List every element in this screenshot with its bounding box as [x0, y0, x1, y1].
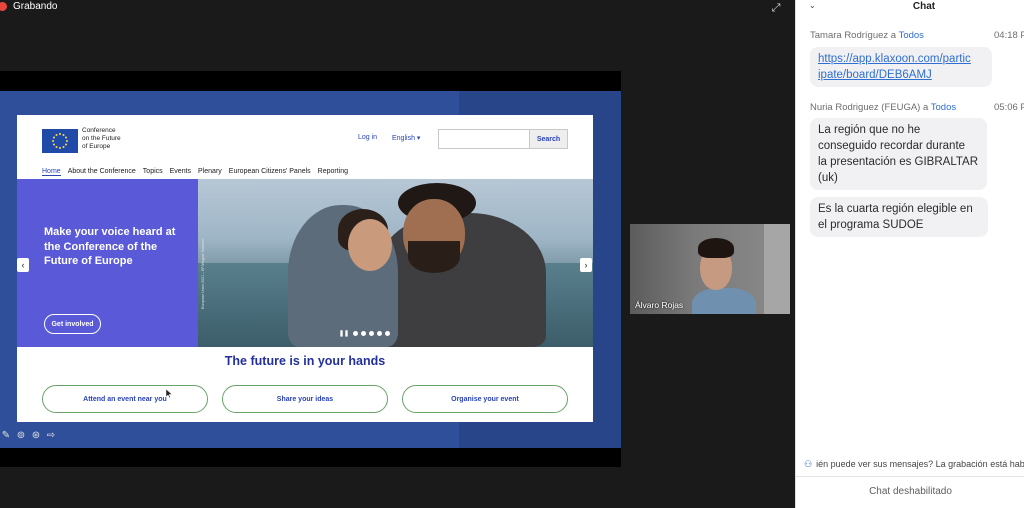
participant-name: Álvaro Rojas	[635, 300, 684, 310]
video-person	[692, 288, 756, 314]
hero-title: Make your voice heard at the Conference …	[44, 226, 176, 267]
site-logo-text: Conference on the Future of Europe	[82, 127, 121, 151]
tagline: The future is in your hands	[224, 354, 386, 368]
zoom-icon[interactable]: ⊛	[30, 429, 42, 441]
message-line: conseguido recordar durante	[818, 140, 966, 152]
nav-item-reporting: Reporting	[317, 168, 349, 175]
nav-item-events: Events	[169, 168, 192, 175]
site-header: Conference on the Future of Europe Log i…	[17, 115, 593, 167]
eu-flag-icon	[42, 129, 78, 153]
login-link: Log in	[358, 134, 378, 141]
chevron-right-icon: ›	[580, 258, 592, 272]
message-line: la presentación es GIBRALTAR	[818, 156, 979, 168]
message-time: 04:18 P	[994, 30, 1024, 41]
expand-icon[interactable]: ⤢	[768, 1, 784, 15]
carousel-dot	[361, 331, 367, 336]
annotation-toolbar: ✎ ⊚ ⊛ ⇨	[0, 429, 57, 441]
mouse-cursor-icon	[166, 389, 172, 398]
message-recipient[interactable]: Todos	[931, 102, 956, 113]
message-time: 05:06 P	[994, 102, 1024, 113]
message-line: (uk)	[818, 172, 838, 184]
chat-disabled-label: Chat deshabilitado	[869, 486, 952, 497]
zoom-meeting-window: Grabando ⤢ Conference on the Future of E…	[0, 0, 1024, 508]
chevron-left-icon: ‹	[17, 258, 29, 272]
message-line: La región que no he	[818, 124, 921, 136]
message-to-prefix: a	[890, 30, 897, 41]
video-background	[764, 224, 790, 314]
hero-photo	[198, 179, 593, 347]
message-to-prefix: a	[922, 102, 929, 113]
message-line: ipate/board/DEB6AMJ	[818, 69, 932, 81]
logo-line: on the Future	[82, 135, 121, 142]
meeting-area: Grabando ⤢ Conference on the Future of E…	[0, 0, 795, 508]
pen-icon[interactable]: ✎	[0, 429, 12, 441]
hero-photo-credit: European Union 2021 – EP/Wagner Salzaker	[201, 238, 205, 309]
photo-detail	[408, 241, 460, 273]
next-arrow-icon[interactable]: ⇨	[45, 429, 57, 441]
shared-screen: Conference on the Future of Europe Log i…	[0, 71, 621, 467]
chat-notice-text: ién puede ver sus mensajes? La grabación…	[816, 459, 1024, 469]
chat-panel: ⌄ Chat Tamara Rodríguez a Todos 04:18 P …	[795, 0, 1024, 508]
chat-message: https://app.klaxoon.com/partic ipate/boa…	[810, 47, 992, 87]
organise-event-button: Organise your event	[402, 385, 568, 413]
message-line: el programa SUDOE	[818, 219, 924, 231]
carousel-dot	[369, 331, 375, 336]
share-ideas-button: Share your ideas	[222, 385, 388, 413]
pointer-icon[interactable]: ⊚	[15, 429, 27, 441]
carousel-dots: ❚❚	[339, 330, 391, 337]
people-icon: ⚇	[804, 458, 813, 469]
get-involved-button: Get involved	[44, 314, 101, 334]
recording-indicator[interactable]: Grabando	[0, 0, 57, 12]
pause-icon: ❚❚	[339, 331, 350, 337]
hero-carousel: European Union 2021 – EP/Wagner Salzaker…	[17, 179, 593, 347]
site-nav: Home About the Conference Topics Events …	[42, 168, 348, 176]
message-sender: Nuria Rodriguez (FEUGA)	[810, 102, 921, 113]
logo-line: of Europe	[82, 143, 111, 150]
nav-item-home: Home	[42, 168, 61, 176]
chat-message: La región que no he conseguido recordar …	[810, 118, 987, 190]
message-sender: Tamara Rodríguez	[810, 30, 889, 41]
website-screenshot: Conference on the Future of Europe Log i…	[17, 115, 593, 422]
chat-header: ⌄ Chat	[796, 0, 1024, 16]
carousel-dot	[353, 331, 359, 336]
record-icon	[0, 1, 7, 11]
chat-message: Es la cuarta región elegible en el progr…	[810, 197, 988, 237]
carousel-dot	[377, 331, 383, 336]
nav-item-plenary: Plenary	[198, 168, 222, 175]
chat-visibility-notice[interactable]: ⚇ ién puede ver sus mensajes? La grabaci…	[796, 455, 1024, 473]
message-header: Nuria Rodriguez (FEUGA) a Todos	[810, 102, 956, 113]
message-line: https://app.klaxoon.com/partic	[818, 53, 971, 65]
language-selector: English ▾	[392, 135, 421, 142]
site-search-input	[438, 129, 535, 149]
nav-item-about: About the Conference	[67, 168, 136, 175]
message-recipient[interactable]: Todos	[899, 30, 924, 41]
message-header: Tamara Rodríguez a Todos	[810, 30, 924, 41]
nav-item-panels: European Citizens' Panels	[228, 168, 311, 175]
message-link[interactable]: https://app.klaxoon.com/partic ipate/boa…	[818, 53, 971, 81]
video-person	[698, 238, 734, 258]
logo-line: Conference	[82, 127, 116, 134]
message-line: Es la cuarta región elegible en	[818, 203, 973, 215]
nav-item-topics: Topics	[142, 168, 163, 175]
chat-title: Chat	[912, 1, 936, 12]
divider	[796, 476, 1024, 477]
carousel-dot	[385, 331, 391, 336]
participant-video-tile[interactable]: Álvaro Rojas	[630, 224, 790, 314]
attend-event-button: Attend an event near you	[42, 385, 208, 413]
recording-label: Grabando	[13, 0, 58, 12]
site-search-button: Search	[529, 129, 568, 149]
photo-detail	[348, 219, 392, 271]
